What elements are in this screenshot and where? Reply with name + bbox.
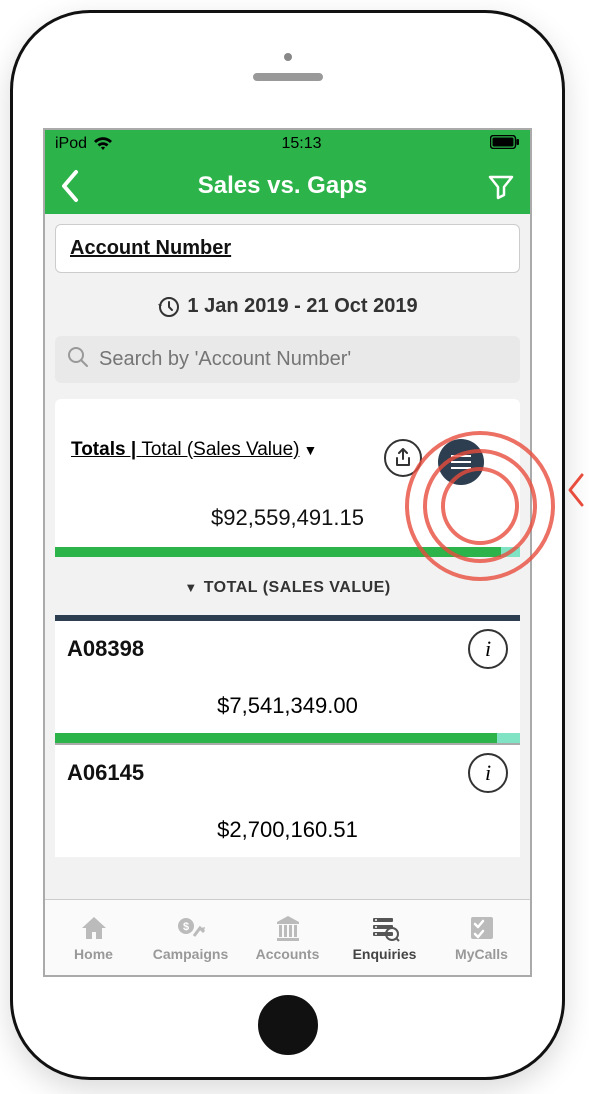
search-box[interactable] <box>55 336 520 383</box>
tab-campaigns[interactable]: $ Campaigns <box>142 900 239 975</box>
speaker <box>253 73 323 81</box>
history-icon <box>157 296 179 318</box>
totals-bar <box>55 547 520 557</box>
tab-bar: Home $ Campaigns Accounts Enquiries MyCa… <box>45 899 530 975</box>
totals-measure: Total (Sales Value) <box>141 439 299 460</box>
camera-dot <box>284 53 292 61</box>
info-button[interactable]: i <box>468 629 508 669</box>
accounts-icon <box>273 914 303 942</box>
account-bar <box>55 733 520 743</box>
info-button[interactable]: i <box>468 753 508 793</box>
totals-prefix: Totals | <box>71 439 141 460</box>
battery-icon <box>490 135 520 154</box>
account-value: $2,700,160.51 <box>55 793 520 857</box>
enquiries-icon <box>370 914 400 942</box>
mycalls-icon <box>467 914 497 942</box>
home-button[interactable] <box>258 995 318 1055</box>
status-bar: iPod 15:13 <box>45 130 530 158</box>
totals-value: $92,559,491.15 <box>55 497 520 547</box>
sort-label: TOTAL (SALES VALUE) <box>204 579 391 596</box>
tab-label: Accounts <box>256 946 320 962</box>
tab-label: Campaigns <box>153 946 228 962</box>
menu-button[interactable] <box>438 439 484 485</box>
account-value: $7,541,349.00 <box>55 669 520 733</box>
tab-label: Enquiries <box>353 946 417 962</box>
account-row[interactable]: A08398 i $7,541,349.00 <box>55 621 520 743</box>
totals-card: Totals | Total (Sales Value)▼ $92,559,49… <box>55 399 520 557</box>
annotation-chevron-icon <box>565 470 585 520</box>
tab-mycalls[interactable]: MyCalls <box>433 900 530 975</box>
filter-button[interactable] <box>486 171 516 201</box>
page-title: Sales vs. Gaps <box>198 172 367 200</box>
tab-label: Home <box>74 946 113 962</box>
account-number: A06145 <box>67 760 144 786</box>
account-row[interactable]: A06145 i $2,700,160.51 <box>55 745 520 857</box>
content-area: Account Number 1 Jan 2019 - 21 Oct 2019 … <box>45 214 530 899</box>
search-input[interactable] <box>99 348 508 371</box>
screen: iPod 15:13 Sales vs. Gaps <box>43 128 532 977</box>
sort-caret-icon: ▼ <box>184 580 197 595</box>
chevron-down-icon: ▼ <box>303 442 317 458</box>
account-number: A08398 <box>67 636 144 662</box>
wifi-icon <box>93 137 113 151</box>
tab-accounts[interactable]: Accounts <box>239 900 336 975</box>
sort-header[interactable]: ▼ TOTAL (SALES VALUE) <box>55 557 520 615</box>
tab-home[interactable]: Home <box>45 900 142 975</box>
filter-field-label: Account Number <box>70 237 231 259</box>
home-icon <box>79 914 109 942</box>
filter-field-selector[interactable]: Account Number <box>55 224 520 273</box>
phone-frame: iPod 15:13 Sales vs. Gaps <box>10 10 565 1080</box>
carrier-label: iPod <box>55 135 87 153</box>
campaigns-icon: $ <box>176 914 206 942</box>
nav-bar: Sales vs. Gaps <box>45 158 530 214</box>
hamburger-icon <box>451 455 471 469</box>
tab-label: MyCalls <box>455 946 508 962</box>
totals-measure-selector[interactable]: Totals | Total (Sales Value)▼ <box>71 439 317 460</box>
back-button[interactable] <box>59 169 79 203</box>
svg-text:$: $ <box>182 921 188 933</box>
tab-enquiries[interactable]: Enquiries <box>336 900 433 975</box>
date-range-label: 1 Jan 2019 - 21 Oct 2019 <box>187 295 417 318</box>
date-range-button[interactable]: 1 Jan 2019 - 21 Oct 2019 <box>55 295 520 318</box>
search-icon <box>67 346 89 373</box>
share-button[interactable] <box>384 439 422 477</box>
clock: 15:13 <box>281 135 321 153</box>
